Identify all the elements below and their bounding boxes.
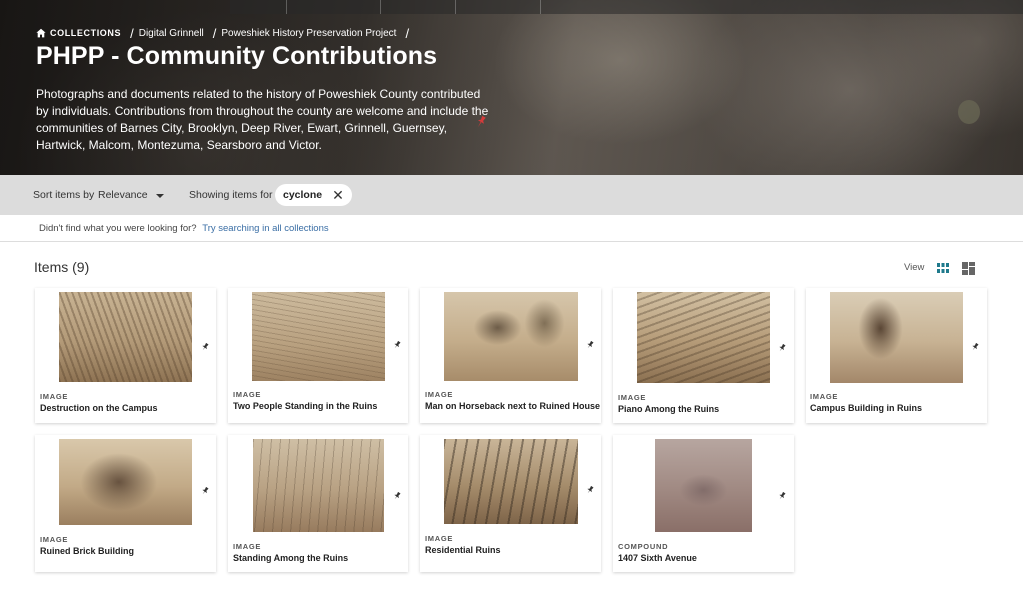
close-icon[interactable]: ✕ [332,188,344,202]
item-type: IMAGE [425,390,454,399]
breadcrumb-poweshiek-project[interactable]: Poweshiek History Preservation Project [221,28,396,39]
item-type: IMAGE [425,534,454,543]
pin-icon[interactable] [586,341,594,349]
filter-bar: Sort items by Relevance Showing items fo… [0,175,1023,215]
search-term: cyclone [283,189,323,201]
grid-view-icon[interactable] [937,263,949,273]
item-thumbnail[interactable] [253,439,384,532]
page-title: PHPP - Community Contributions [36,42,438,70]
hero-background-detail [958,100,980,124]
item-thumbnail[interactable] [252,292,385,381]
top-navigation [230,0,1023,14]
item-type: COMPOUND [618,542,669,551]
collection-description: Photographs and documents related to the… [36,87,489,152]
pin-icon[interactable] [778,492,786,500]
item-type: IMAGE [40,535,69,544]
item-card[interactable]: COMPOUND 1407 Sixth Avenue [613,435,794,572]
chevron-down-icon[interactable] [156,194,164,198]
item-card[interactable]: IMAGE Two People Standing in the Ruins [228,288,408,423]
item-type: IMAGE [810,392,839,401]
view-label: View [904,262,925,273]
pin-icon[interactable] [201,343,209,351]
search-term-chip: cyclone ✕ [275,184,352,206]
nav-divider [455,0,456,14]
item-thumbnail[interactable] [830,292,963,383]
breadcrumb-digital-grinnell[interactable]: Digital Grinnell [139,28,204,39]
pin-icon[interactable] [393,341,401,349]
items-heading: Items (9) [34,259,90,275]
pin-icon[interactable] [586,486,594,494]
item-card[interactable]: IMAGE Standing Among the Ruins [228,435,408,572]
search-all-collections-link[interactable]: Try searching in all collections [202,223,328,234]
item-card[interactable]: IMAGE Campus Building in Ruins [806,288,987,423]
breadcrumb-separator: / [405,25,410,41]
item-title[interactable]: Campus Building in Ruins [810,403,922,413]
breadcrumb: COLLECTIONS / Digital Grinnell / Poweshi… [36,25,414,41]
item-title[interactable]: Ruined Brick Building [40,546,134,556]
item-thumbnail[interactable] [637,292,770,383]
item-thumbnail[interactable] [444,439,578,524]
item-thumbnail[interactable] [59,439,192,525]
item-type: IMAGE [618,393,647,402]
item-card[interactable]: IMAGE Ruined Brick Building [35,435,216,572]
item-type: IMAGE [233,390,262,399]
item-thumbnail[interactable] [444,292,578,381]
item-type: IMAGE [233,542,262,551]
nav-divider [540,0,541,14]
breadcrumb-separator: / [130,25,134,41]
item-title[interactable]: Standing Among the Ruins [233,553,348,563]
nav-divider [286,0,287,14]
item-title[interactable]: Destruction on the Campus [40,403,158,413]
pin-icon[interactable] [393,492,401,500]
showing-label: Showing items for [189,189,273,201]
pin-icon[interactable] [971,343,979,351]
suggestion-line: Didn't find what you were looking for? T… [39,223,329,234]
item-title[interactable]: 1407 Sixth Avenue [618,553,697,563]
item-thumbnail[interactable] [59,292,192,382]
collection-hero: COLLECTIONS / Digital Grinnell / Poweshi… [0,0,1023,175]
breadcrumb-collections[interactable]: COLLECTIONS [50,28,121,38]
sort-label: Sort items by [33,189,95,201]
item-title[interactable]: Residential Ruins [425,545,501,555]
masonry-view-icon[interactable] [962,262,975,275]
home-icon [36,28,46,38]
item-thumbnail[interactable] [655,439,752,532]
item-title[interactable]: Two People Standing in the Ruins [233,401,377,411]
item-card[interactable]: IMAGE Man on Horseback next to Ruined Ho… [420,288,601,423]
item-card[interactable]: IMAGE Residential Ruins [420,435,601,572]
breadcrumb-separator: / [212,25,217,41]
item-title[interactable]: Man on Horseback next to Ruined House [425,401,600,411]
item-card[interactable]: IMAGE Piano Among the Ruins [613,288,794,423]
item-card[interactable]: IMAGE Destruction on the Campus [35,288,216,423]
item-title[interactable]: Piano Among the Ruins [618,404,719,414]
nav-divider [380,0,381,14]
pin-icon[interactable] [778,344,786,352]
pin-icon[interactable] [476,116,486,128]
search-suggestion: Didn't find what you were looking for? T… [0,215,1023,242]
item-type: IMAGE [40,392,69,401]
pin-icon[interactable] [201,487,209,495]
suggestion-text: Didn't find what you were looking for? [39,223,197,234]
